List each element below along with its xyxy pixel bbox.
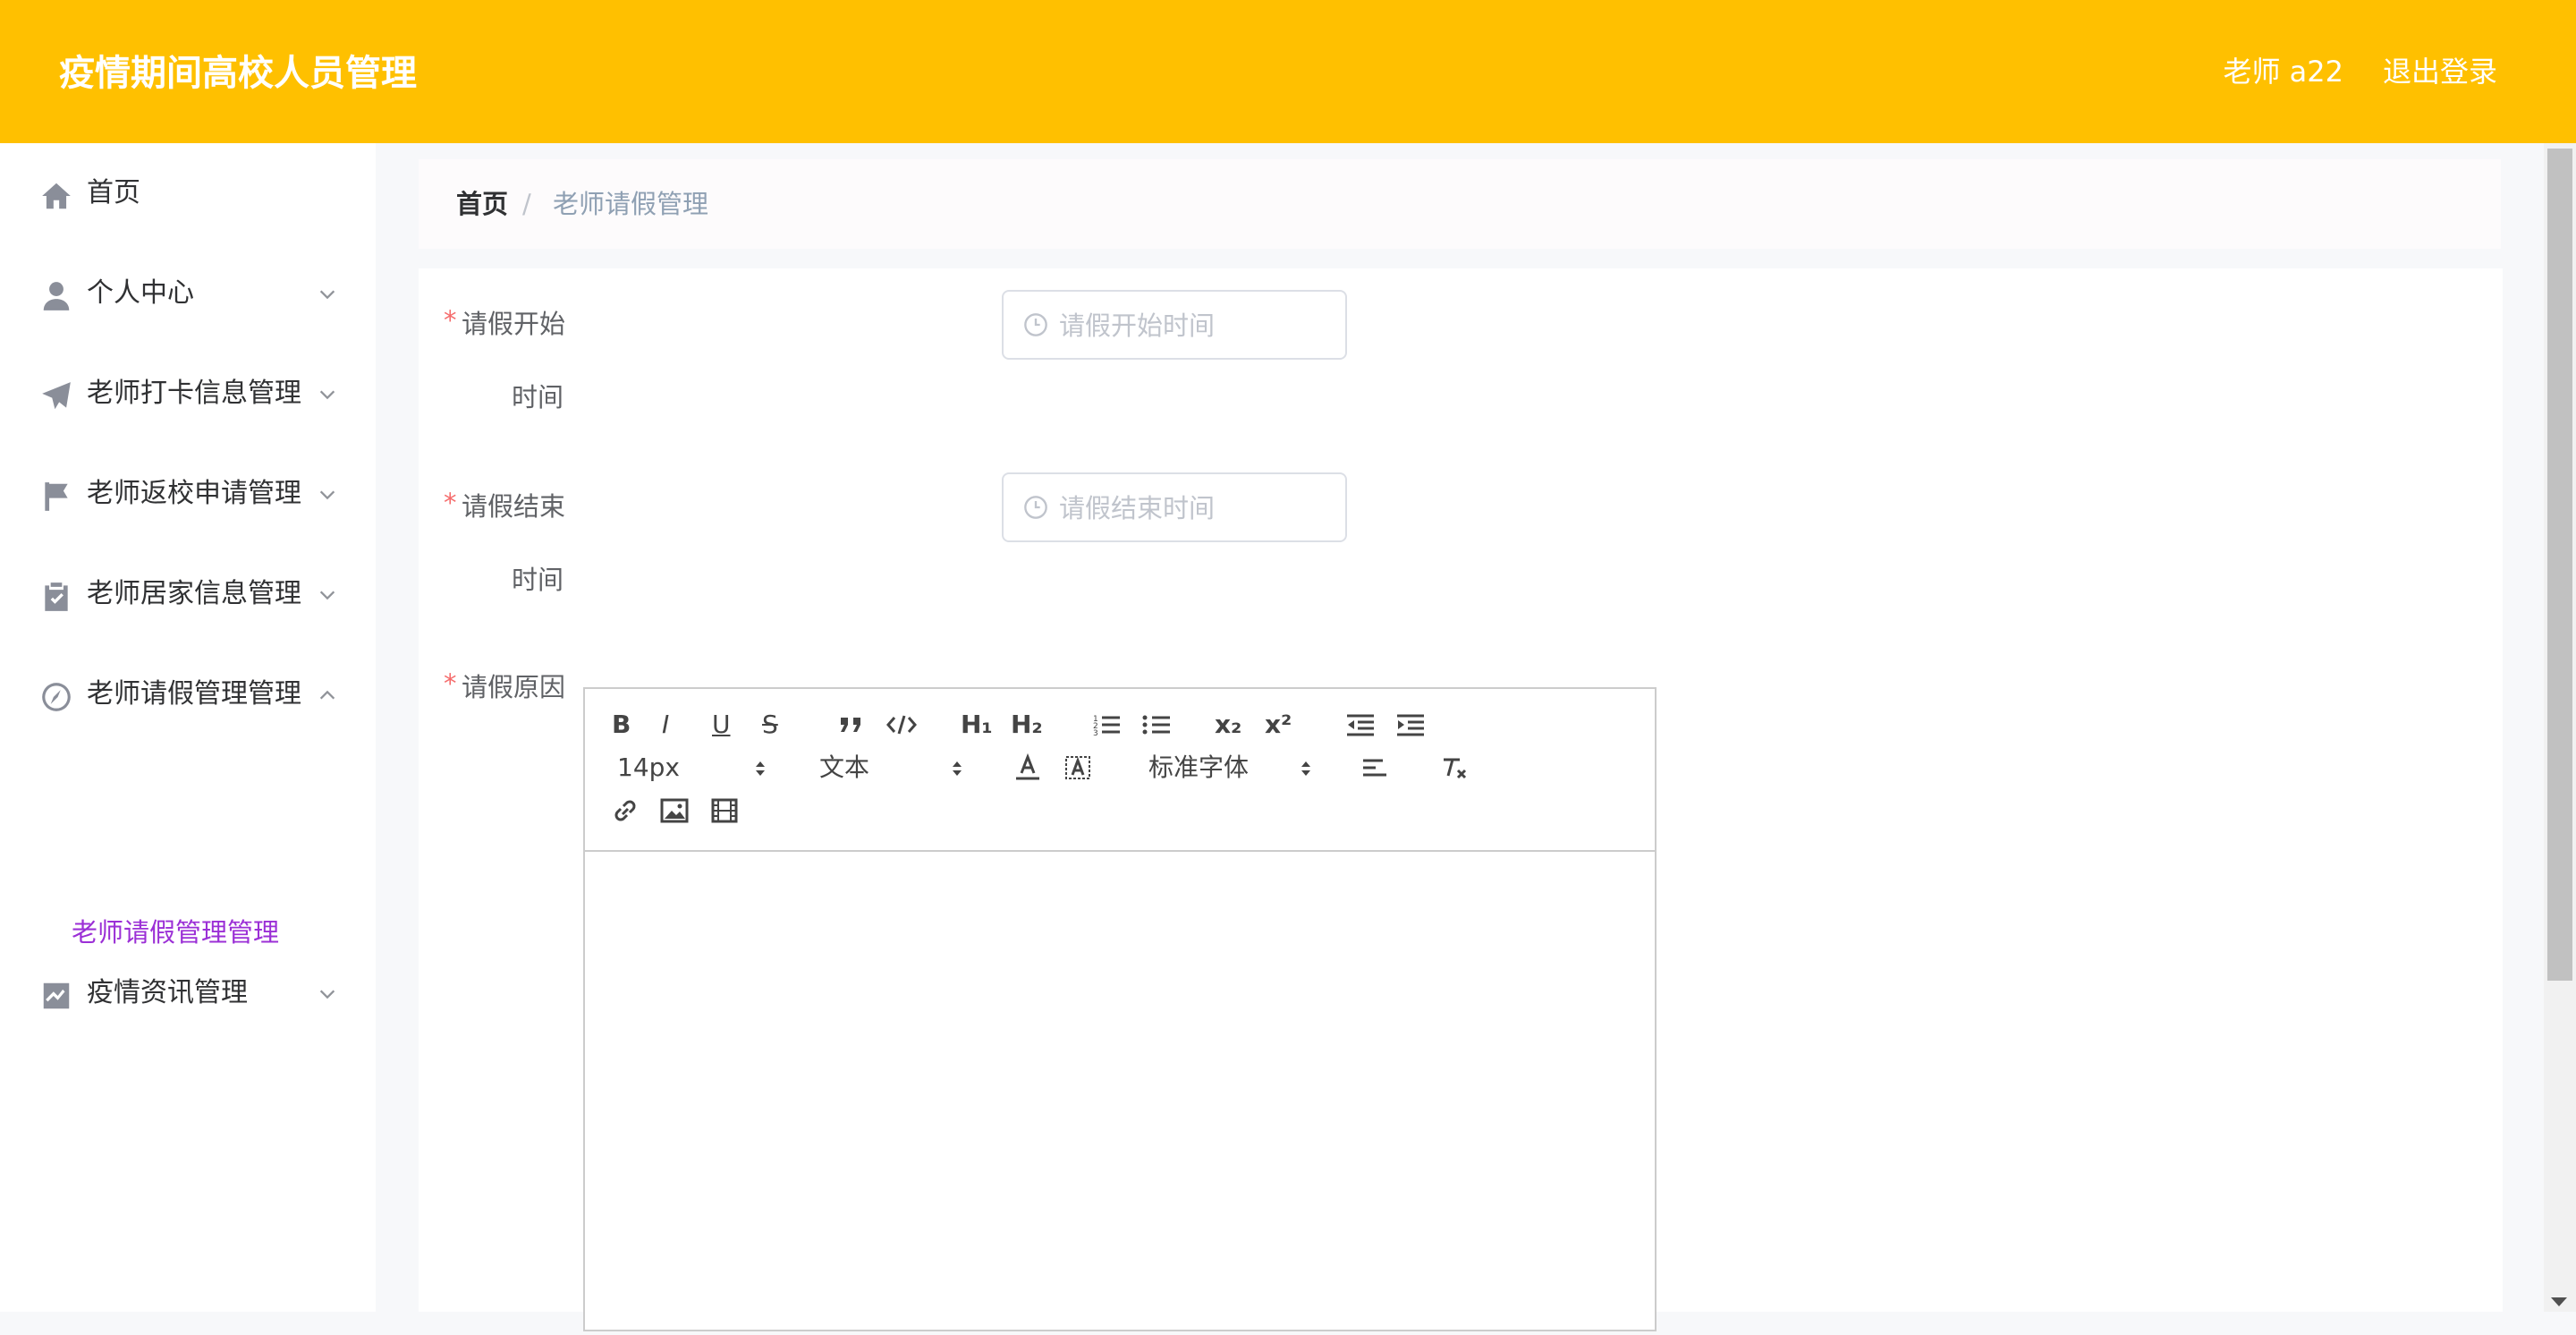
send-icon — [39, 379, 73, 413]
chevron-down-icon — [318, 485, 337, 505]
select-caret-icon — [952, 759, 962, 778]
sidebar-item-teacher-home-info[interactable]: 老师居家信息管理 — [0, 558, 376, 630]
sidebar-item-home[interactable]: 首页 — [0, 157, 376, 229]
start-time-field[interactable] — [1002, 290, 1347, 360]
editor-toolbar: B I U S H₁ H₂ 123 x₂ x² 14px 文本 标准字体 — [585, 689, 1655, 852]
scrollbar-thumb[interactable] — [2547, 149, 2572, 981]
chevron-down-icon — [318, 984, 337, 1004]
sidebar-item-label: 首页 — [87, 177, 140, 208]
home-icon — [39, 179, 73, 213]
select-caret-icon — [1301, 759, 1311, 778]
superscript-button[interactable]: x² — [1265, 707, 1292, 743]
sidebar-item-label: 疫情资讯管理 — [87, 977, 248, 1008]
user-area: 老师 a22 退出登录 — [2183, 52, 2497, 91]
background-color-icon[interactable] — [1064, 750, 1091, 786]
breadcrumb-separator: / — [522, 189, 531, 219]
h1-button[interactable]: H₁ — [961, 707, 993, 743]
reason-label: 请假原因 — [462, 672, 566, 702]
outdent-icon[interactable] — [1345, 707, 1376, 743]
sidebar-item-teacher-leave[interactable]: 老师请假管理管理 — [0, 659, 376, 730]
breadcrumb-home[interactable]: 首页 — [456, 186, 508, 222]
end-time-field[interactable] — [1002, 472, 1347, 542]
clear-format-icon[interactable] — [1440, 750, 1470, 786]
sidebar-item-label: 老师居家信息管理 — [87, 578, 301, 609]
sidebar: 首页 个人中心 老师打卡信息管理 老师返校申请管理 老师居家信息管理 老师请假管… — [0, 143, 376, 1312]
sidebar-item-teacher-checkin[interactable]: 老师打卡信息管理 — [0, 358, 376, 429]
start-time-input[interactable] — [1057, 304, 1329, 347]
page-scrollbar[interactable] — [2544, 143, 2576, 1312]
sidebar-item-label: 个人中心 — [87, 277, 194, 309]
sidebar-item-personal-center[interactable]: 个人中心 — [0, 258, 376, 329]
current-user[interactable]: 老师 a22 — [2223, 52, 2343, 91]
code-block-icon[interactable] — [886, 707, 918, 743]
blockquote-icon[interactable] — [837, 707, 866, 743]
top-header: 疫情期间高校人员管理 老师 a22 退出登录 — [0, 0, 2576, 143]
required-mark: * — [444, 668, 457, 699]
underline-button[interactable]: U — [712, 707, 731, 743]
required-mark: * — [444, 488, 457, 518]
video-icon[interactable] — [710, 793, 739, 829]
sidebar-item-label: 老师打卡信息管理 — [87, 378, 301, 409]
bullet-list-icon[interactable] — [1141, 707, 1172, 743]
sidebar-item-label: 老师请假管理管理 — [87, 678, 301, 710]
font-family-select[interactable]: 标准字体 — [1148, 750, 1249, 786]
user-icon — [39, 279, 73, 313]
flag-icon — [39, 480, 73, 514]
font-size-select[interactable]: 14px — [617, 750, 680, 786]
select-caret-icon — [755, 759, 766, 778]
text-color-icon[interactable] — [1014, 750, 1041, 786]
chevron-down-icon — [318, 285, 337, 304]
compass-icon — [39, 680, 73, 714]
submenu-item-teacher-leave[interactable]: 老师请假管理管理 — [72, 913, 279, 952]
bold-button[interactable]: B — [612, 707, 631, 743]
h2-button[interactable]: H₂ — [1011, 707, 1043, 743]
required-mark: * — [444, 305, 457, 336]
chevron-down-icon — [318, 385, 337, 404]
align-icon[interactable] — [1361, 750, 1388, 786]
sidebar-item-epidemic-news[interactable]: 疫情资讯管理 — [0, 957, 376, 1029]
app-title: 疫情期间高校人员管理 — [59, 53, 417, 94]
ordered-list-icon[interactable]: 123 — [1091, 707, 1122, 743]
chevron-up-icon — [318, 685, 337, 705]
header-select[interactable]: 文本 — [819, 750, 869, 786]
chevron-down-icon — [318, 585, 337, 605]
breadcrumb-current: 老师请假管理 — [553, 189, 709, 219]
italic-button[interactable]: I — [662, 707, 669, 743]
end-time-label: 请假结束 — [462, 491, 566, 522]
clipboard-icon — [39, 580, 73, 614]
end-time-label-line2: 时间 — [512, 565, 564, 595]
link-icon[interactable] — [610, 793, 640, 829]
svg-text:3: 3 — [1093, 729, 1098, 738]
strike-button[interactable]: S — [762, 707, 778, 743]
rich-text-editor: B I U S H₁ H₂ 123 x₂ x² 14px 文本 标准字体 — [583, 687, 1657, 1331]
chart-icon — [39, 979, 73, 1013]
image-icon[interactable] — [660, 793, 689, 829]
logout-link[interactable]: 退出登录 — [2383, 52, 2497, 91]
sidebar-item-label: 老师返校申请管理 — [87, 478, 301, 509]
end-time-input[interactable] — [1057, 487, 1329, 530]
start-time-label: 请假开始 — [462, 309, 566, 339]
start-time-label-line2: 时间 — [512, 382, 564, 412]
indent-icon[interactable] — [1395, 707, 1426, 743]
scroll-down-arrow-icon[interactable] — [2551, 1297, 2567, 1306]
sidebar-item-teacher-return[interactable]: 老师返校申请管理 — [0, 458, 376, 530]
subscript-button[interactable]: x₂ — [1215, 707, 1241, 743]
breadcrumb: 首页 / 老师请假管理 — [419, 159, 2501, 249]
clock-icon — [1023, 495, 1048, 520]
clock-icon — [1023, 312, 1048, 337]
editor-content-area[interactable] — [585, 852, 1655, 1335]
